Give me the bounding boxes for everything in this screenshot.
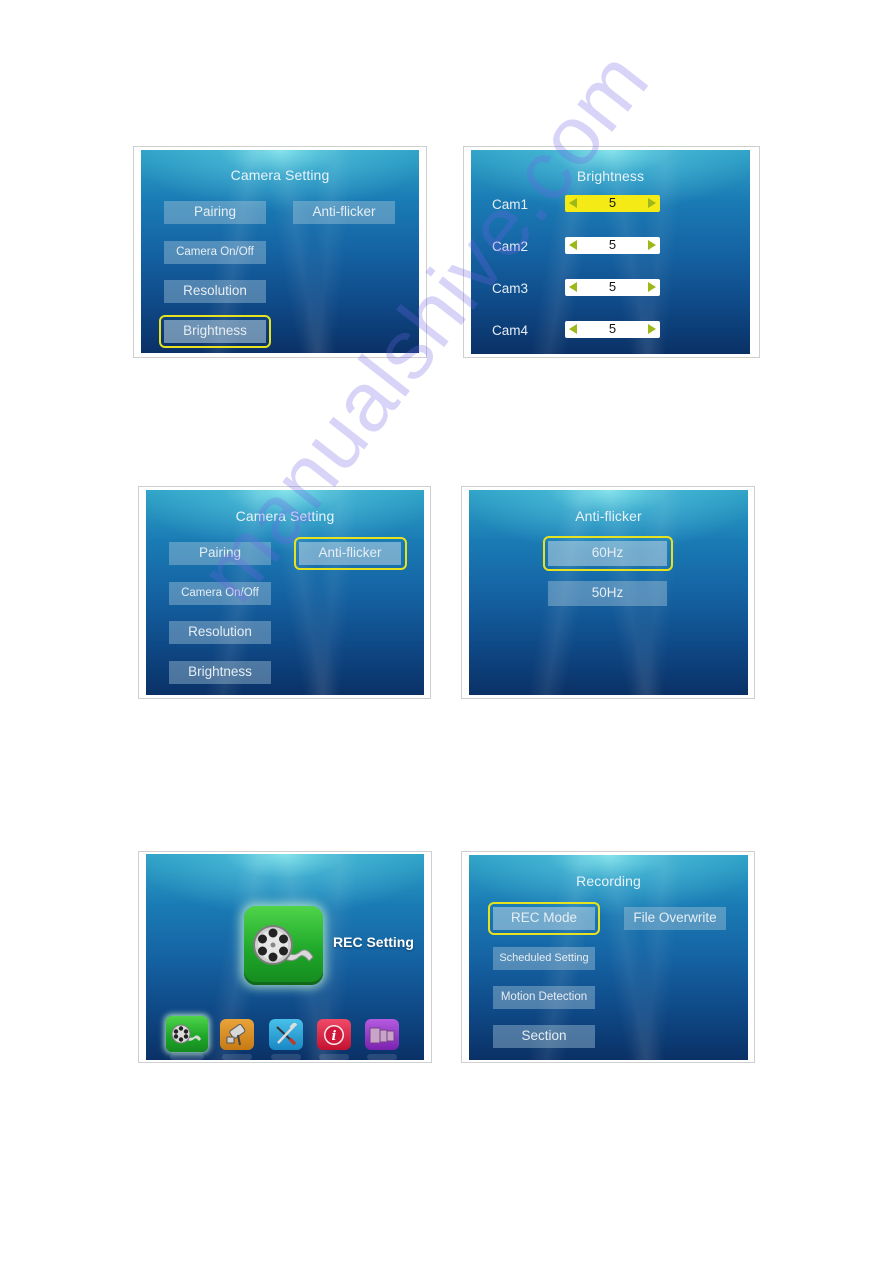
camera-setting-screen: Camera Setting Pairing Anti-flicker Came…	[146, 490, 424, 695]
anti-flicker-button[interactable]: Anti-flicker	[293, 201, 395, 224]
tools-icon	[276, 1022, 298, 1045]
camera-setting-screen: Camera Setting Pairing Anti-flicker Came…	[141, 150, 419, 353]
info-icon: i	[324, 1024, 344, 1045]
dock-reflection	[271, 1054, 301, 1060]
screen-title: Anti-flicker	[575, 508, 642, 524]
camera-on-off-button[interactable]: Camera On/Off	[164, 241, 266, 264]
cam1-label: Cam1	[492, 197, 529, 212]
cam1-brightness-spinner[interactable]: 5	[565, 195, 660, 212]
cam3-brightness-spinner[interactable]: 5	[565, 279, 660, 296]
camera-on-off-button[interactable]: Camera On/Off	[169, 582, 271, 605]
dock-rec-setting-button[interactable]	[166, 1016, 208, 1052]
pairing-button[interactable]: Pairing	[164, 201, 266, 224]
dock-camera-setting-button[interactable]	[220, 1019, 254, 1050]
main-menu-frame: REC Setting i	[138, 851, 432, 1063]
cam4-label: Cam4	[492, 323, 529, 338]
dock-system-setting-button[interactable]	[269, 1019, 303, 1050]
brightness-screen: Brightness Cam1 5 Cam2 5 Cam3 5 Cam4 5	[471, 150, 750, 354]
film-reel-icon	[252, 924, 314, 965]
scheduled-setting-button[interactable]: Scheduled Setting	[493, 947, 595, 970]
cam2-brightness-spinner[interactable]: 5	[565, 237, 660, 254]
selection-highlight	[488, 902, 600, 935]
cam3-label: Cam3	[492, 281, 529, 296]
anti-flicker-frame: Anti-flicker 60Hz 50Hz	[461, 486, 755, 699]
selection-highlight	[543, 536, 673, 571]
resolution-button[interactable]: Resolution	[164, 280, 266, 303]
brightness-frame: Brightness Cam1 5 Cam2 5 Cam3 5 Cam4 5	[463, 146, 760, 358]
cam4-brightness-spinner[interactable]: 5	[565, 321, 660, 338]
dock-reflection	[367, 1054, 397, 1060]
recording-screen: Recording REC Mode File Overwrite Schedu…	[469, 855, 748, 1060]
camera-setting-frame-1: Camera Setting Pairing Anti-flicker Came…	[133, 146, 427, 358]
anti-flicker-screen: Anti-flicker 60Hz 50Hz	[469, 490, 748, 695]
brightness-button[interactable]: Brightness	[169, 661, 271, 684]
dock-reflection	[222, 1054, 252, 1060]
security-camera-icon	[226, 1023, 246, 1045]
film-reel-icon	[171, 1024, 201, 1044]
screen-title: Camera Setting	[230, 167, 330, 183]
file-overwrite-button[interactable]: File Overwrite	[624, 907, 726, 930]
dock-reflection	[170, 1054, 204, 1060]
rec-setting-label: REC Setting	[333, 934, 414, 950]
dock-reflection	[319, 1054, 349, 1060]
cam4-brightness-value: 5	[608, 321, 617, 336]
cam2-label: Cam2	[492, 239, 529, 254]
increase-arrow-icon[interactable]	[648, 240, 656, 250]
main-menu-screen: REC Setting i	[146, 854, 424, 1060]
pairing-button[interactable]: Pairing	[169, 542, 271, 565]
svg-text:i: i	[332, 1029, 337, 1044]
increase-arrow-icon[interactable]	[648, 282, 656, 292]
increase-arrow-icon[interactable]	[648, 324, 656, 334]
cam1-brightness-value: 5	[608, 195, 617, 210]
50hz-option[interactable]: 50Hz	[548, 581, 667, 606]
dock-info-button[interactable]: i	[317, 1019, 351, 1050]
film-strip-icon	[369, 1027, 395, 1043]
screen-title: Brightness	[576, 168, 645, 184]
screen-title: Recording	[576, 873, 641, 889]
section-button[interactable]: Section	[493, 1025, 595, 1048]
selection-highlight	[159, 315, 271, 348]
rec-setting-featured-button[interactable]	[244, 906, 323, 985]
dock-playback-button[interactable]	[365, 1019, 399, 1050]
screen-title: Camera Setting	[235, 508, 335, 524]
cam2-brightness-value: 5	[608, 237, 617, 252]
increase-arrow-icon[interactable]	[648, 198, 656, 208]
camera-setting-frame-2: Camera Setting Pairing Anti-flicker Came…	[138, 486, 431, 699]
motion-detection-button[interactable]: Motion Detection	[493, 986, 595, 1009]
recording-frame: Recording REC Mode File Overwrite Schedu…	[461, 851, 755, 1063]
resolution-button[interactable]: Resolution	[169, 621, 271, 644]
cam3-brightness-value: 5	[608, 279, 617, 294]
selection-highlight	[294, 537, 407, 570]
